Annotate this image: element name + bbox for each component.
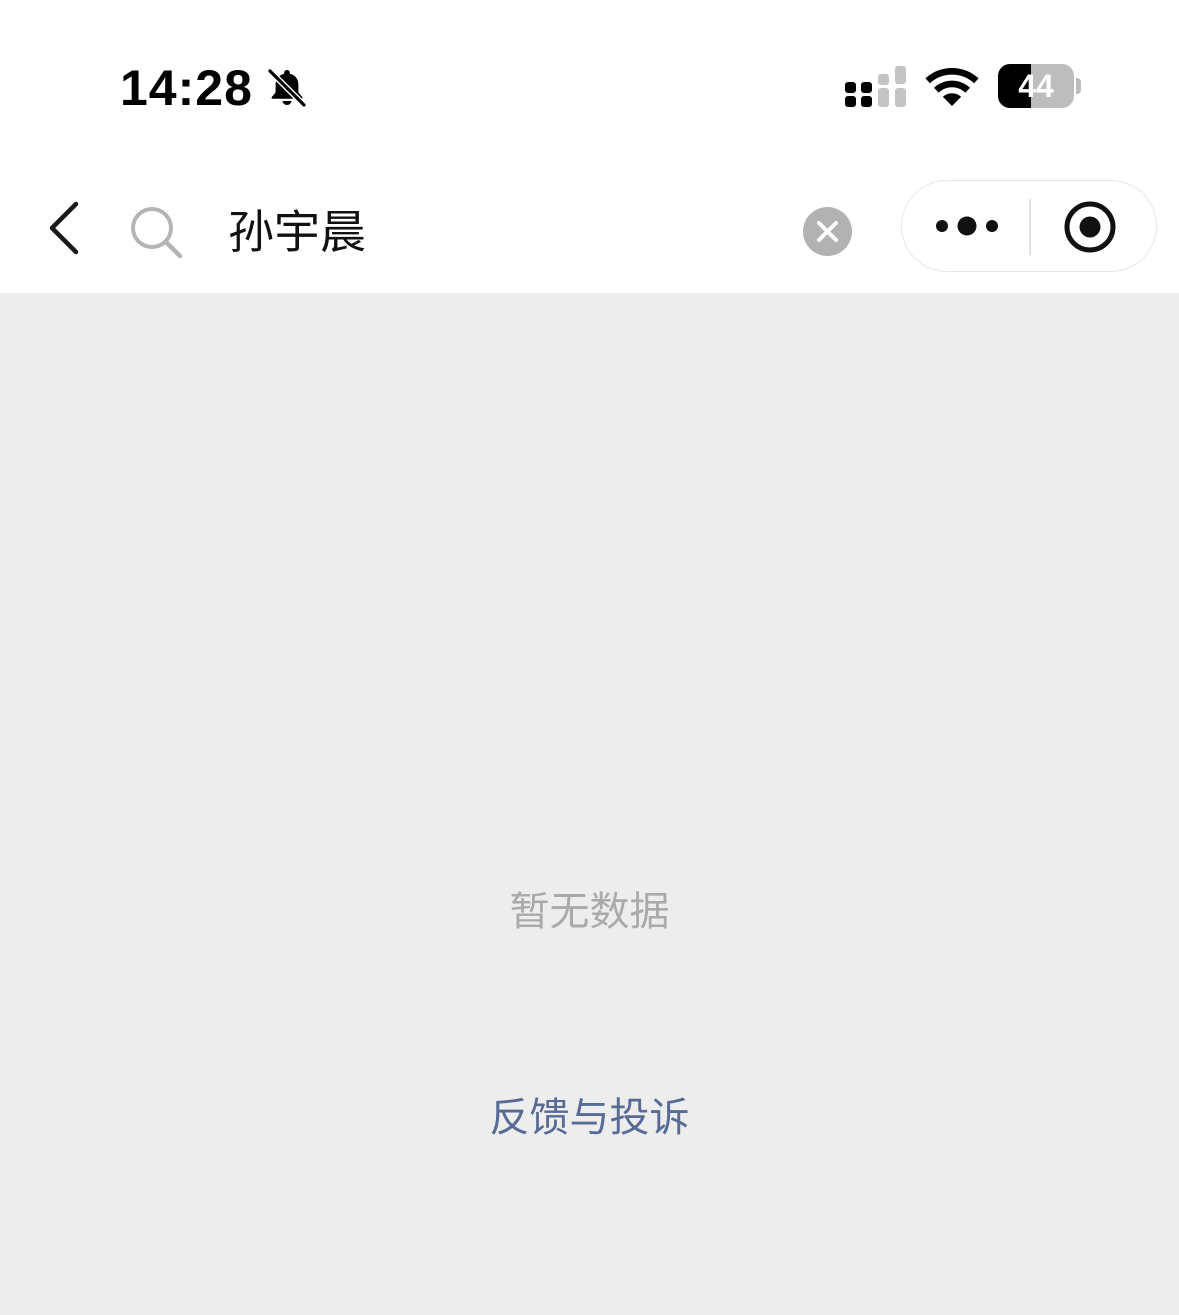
status-bar: 14:28 44 xyxy=(0,0,1179,160)
battery-body: 44 xyxy=(998,64,1074,108)
status-time: 14:28 xyxy=(120,60,253,116)
capsule-divider xyxy=(1029,199,1031,255)
battery-icon: 44 xyxy=(998,64,1082,108)
status-time-group: 14:28 xyxy=(120,60,309,116)
clear-icon xyxy=(817,221,838,242)
search-input[interactable] xyxy=(228,198,768,260)
search-nav-bar xyxy=(0,160,1179,293)
cellular-signal-icon xyxy=(845,66,906,107)
battery-level-label: 44 xyxy=(1018,68,1054,104)
clear-search-button[interactable] xyxy=(803,207,852,256)
wifi-icon xyxy=(925,68,979,106)
miniprogram-capsule xyxy=(901,180,1157,272)
battery-tip xyxy=(1076,78,1081,94)
empty-state-message: 暂无数据 xyxy=(509,889,670,935)
close-miniprogram-icon[interactable] xyxy=(1062,199,1118,255)
more-dots-icon[interactable] xyxy=(922,201,1012,251)
search-icon xyxy=(131,207,183,259)
bell-slash-icon xyxy=(266,68,307,108)
back-chevron-icon[interactable] xyxy=(40,200,90,256)
feedback-complaint-link[interactable]: 反馈与投诉 xyxy=(0,1090,1179,1146)
